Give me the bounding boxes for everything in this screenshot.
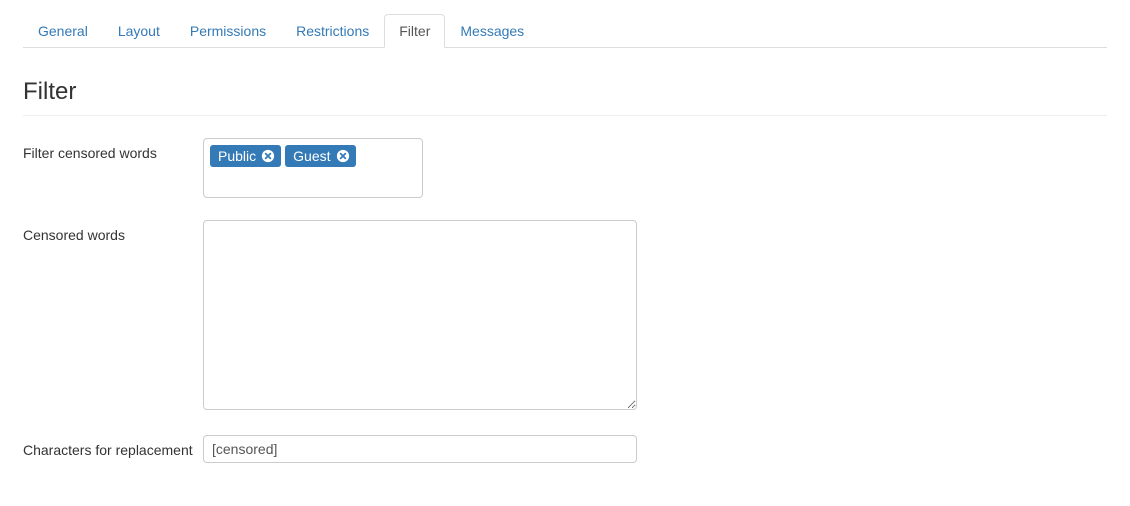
settings-tabs: General Layout Permissions Restrictions … — [23, 14, 1107, 48]
tab-filter-link[interactable]: Filter — [384, 14, 445, 48]
page-header: Filter — [23, 78, 1107, 116]
field-censored-words: Censored words — [23, 220, 1107, 413]
tab-messages-link[interactable]: Messages — [445, 14, 539, 48]
tab-layout-link[interactable]: Layout — [103, 14, 175, 48]
tag-public-label: Public — [218, 148, 256, 164]
label-censored-words: Censored words — [23, 220, 203, 244]
field-filter-censored-words: Filter censored words Public Guest — [23, 138, 1107, 198]
input-replacement[interactable] — [203, 435, 637, 463]
remove-tag-public-icon[interactable] — [261, 149, 275, 163]
label-filter-censored-words: Filter censored words — [23, 138, 203, 162]
tab-filter[interactable]: Filter — [384, 14, 445, 48]
tab-permissions-link[interactable]: Permissions — [175, 14, 281, 48]
tag-guest: Guest — [285, 145, 355, 167]
tab-permissions[interactable]: Permissions — [175, 14, 281, 48]
label-replacement: Characters for replacement — [23, 435, 203, 459]
tab-restrictions[interactable]: Restrictions — [281, 14, 384, 48]
tag-public: Public — [210, 145, 281, 167]
remove-tag-guest-icon[interactable] — [336, 149, 350, 163]
tab-layout[interactable]: Layout — [103, 14, 175, 48]
tag-guest-label: Guest — [293, 148, 330, 164]
tag-input-filter-censored-words[interactable]: Public Guest — [203, 138, 423, 198]
page-title: Filter — [23, 78, 1107, 106]
tab-general[interactable]: General — [23, 14, 103, 48]
tab-messages[interactable]: Messages — [445, 14, 539, 48]
textarea-censored-words[interactable] — [203, 220, 637, 410]
tab-general-link[interactable]: General — [23, 14, 103, 48]
field-replacement: Characters for replacement — [23, 435, 1107, 463]
tab-restrictions-link[interactable]: Restrictions — [281, 14, 384, 48]
